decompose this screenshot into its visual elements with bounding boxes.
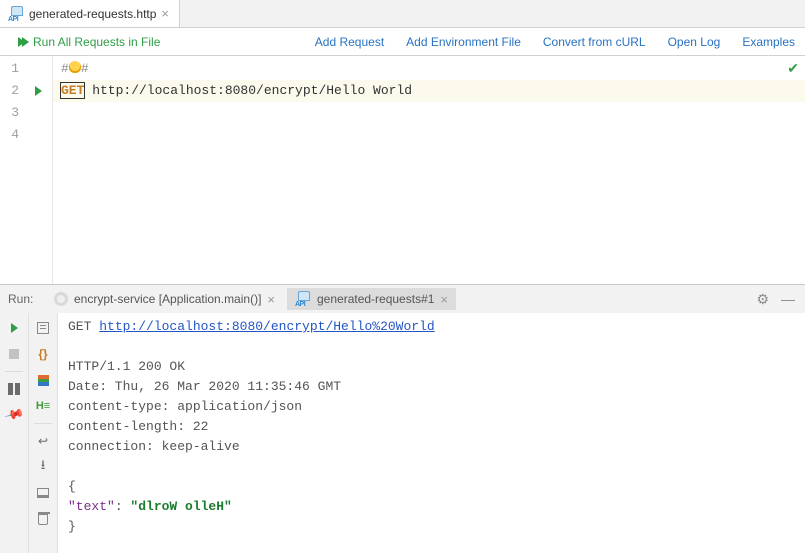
add-env-file-button[interactable]: Add Environment File <box>406 35 521 49</box>
json-open: { <box>68 477 795 497</box>
code-line-3 <box>61 102 797 124</box>
line-number: 1 <box>0 58 19 80</box>
response-header: connection: keep-alive <box>68 437 795 457</box>
run-request-gutter-icon[interactable] <box>25 80 52 102</box>
code-line-2: GET http://localhost:8080/encrypt/Hello … <box>53 80 805 102</box>
close-icon[interactable]: × <box>440 293 448 306</box>
run-body: 📌 {} H≡ ↩ ⭳ GET http://localhost:8080/en… <box>0 313 805 553</box>
editor-tab-label: generated-requests.http <box>29 7 156 21</box>
layout-icon <box>8 383 20 395</box>
editor-area[interactable]: 1 2 3 4 ## GET http://localhost:8080/enc… <box>0 56 805 284</box>
wrap-icon: ↩ <box>38 434 48 448</box>
print-icon <box>37 488 49 498</box>
run-all-button[interactable]: Run All Requests in File <box>18 35 160 49</box>
separator <box>5 371 23 372</box>
request-method: GET <box>68 319 99 334</box>
code-editor[interactable]: ## GET http://localhost:8080/encrypt/Hel… <box>53 56 805 284</box>
response-header: content-type: application/json <box>68 397 795 417</box>
http-file-icon <box>295 291 311 307</box>
line-number-gutter: 1 2 3 4 <box>0 56 25 284</box>
http-response-console[interactable]: GET http://localhost:8080/encrypt/Hello%… <box>58 313 805 553</box>
json-value: "dlroW olleH" <box>130 499 231 514</box>
response-header: Date: Thu, 26 Mar 2020 11:35:46 GMT <box>68 377 795 397</box>
add-request-button[interactable]: Add Request <box>315 35 384 49</box>
convert-curl-button[interactable]: Convert from cURL <box>543 35 646 49</box>
layout-button[interactable] <box>3 378 25 400</box>
request-url-link[interactable]: http://localhost:8080/encrypt/Hello%20Wo… <box>99 319 434 334</box>
request-line: GET http://localhost:8080/encrypt/Hello%… <box>68 317 795 337</box>
pin-button[interactable]: 📌 <box>0 400 29 430</box>
trash-icon <box>38 514 48 525</box>
line-number: 4 <box>0 124 19 146</box>
editor-tab-http-file[interactable]: generated-requests.http × <box>0 0 180 27</box>
code-line-1: ## <box>61 58 797 80</box>
separator <box>34 423 52 424</box>
run-toolbar-secondary: {} H≡ ↩ ⭳ <box>29 313 58 553</box>
scroll-to-end-button[interactable]: ⭳ <box>32 456 54 478</box>
run-tab-label: encrypt-service [Application.main()] <box>74 292 261 306</box>
response-header: content-length: 22 <box>68 417 795 437</box>
pin-icon: 📌 <box>3 404 25 426</box>
stop-icon <box>9 349 19 359</box>
http-url: http://localhost:8080/encrypt/Hello Worl… <box>84 83 412 98</box>
close-icon[interactable]: × <box>161 7 169 20</box>
spring-icon <box>54 292 68 306</box>
run-header: Run: encrypt-service [Application.main()… <box>0 285 805 313</box>
run-tab-app[interactable]: encrypt-service [Application.main()] × <box>46 288 283 310</box>
status-line: HTTP/1.1 200 OK <box>68 357 795 377</box>
inspection-ok-icon[interactable]: ✔ <box>787 60 799 77</box>
gear-icon: ⚙ <box>756 291 769 307</box>
scroll-end-icon: ⭳ <box>41 456 46 478</box>
play-icon <box>11 323 18 333</box>
history-icon <box>37 322 49 334</box>
stop-button[interactable] <box>3 343 25 365</box>
braces-icon: {} <box>38 347 47 361</box>
code-line-4 <box>61 124 797 146</box>
minimize-icon: — <box>781 291 795 307</box>
run-tab-label: generated-requests#1 <box>317 292 434 306</box>
format-button[interactable]: {} <box>32 343 54 365</box>
line-number: 3 <box>0 102 19 124</box>
json-close: } <box>68 517 795 537</box>
json-line: "text": "dlroW olleH" <box>68 497 795 517</box>
intention-bulb-icon[interactable] <box>69 61 81 73</box>
soft-wrap-button[interactable]: ↩ <box>32 430 54 452</box>
print-button[interactable] <box>32 482 54 504</box>
line-number: 2 <box>0 80 19 102</box>
run-label: Run: <box>4 292 42 306</box>
clear-button[interactable] <box>32 508 54 530</box>
highlight-icon <box>38 375 49 386</box>
compare-button[interactable]: H≡ <box>32 395 54 417</box>
examples-button[interactable]: Examples <box>742 35 795 49</box>
settings-button[interactable]: ⚙ <box>752 291 773 308</box>
rerun-button[interactable] <box>3 317 25 339</box>
json-colon: : <box>115 499 131 514</box>
open-log-button[interactable]: Open Log <box>668 35 721 49</box>
editor-tabbar: generated-requests.http × <box>0 0 805 28</box>
run-gutter <box>25 56 53 284</box>
http-editor-toolbar: Run All Requests in File Add Request Add… <box>0 28 805 56</box>
close-icon[interactable]: × <box>267 293 275 306</box>
http-file-icon <box>8 6 24 22</box>
show-history-button[interactable] <box>32 317 54 339</box>
run-all-icon <box>18 37 29 47</box>
http-method: GET <box>61 83 84 98</box>
run-all-label: Run All Requests in File <box>33 35 160 49</box>
run-toolbar-primary: 📌 <box>0 313 29 553</box>
compare-icon: H≡ <box>36 400 50 412</box>
json-key: "text" <box>68 499 115 514</box>
highlight-button[interactable] <box>32 369 54 391</box>
run-tool-window: Run: encrypt-service [Application.main()… <box>0 284 805 553</box>
run-tab-http[interactable]: generated-requests#1 × <box>287 288 456 310</box>
minimize-button[interactable]: — <box>777 291 799 307</box>
